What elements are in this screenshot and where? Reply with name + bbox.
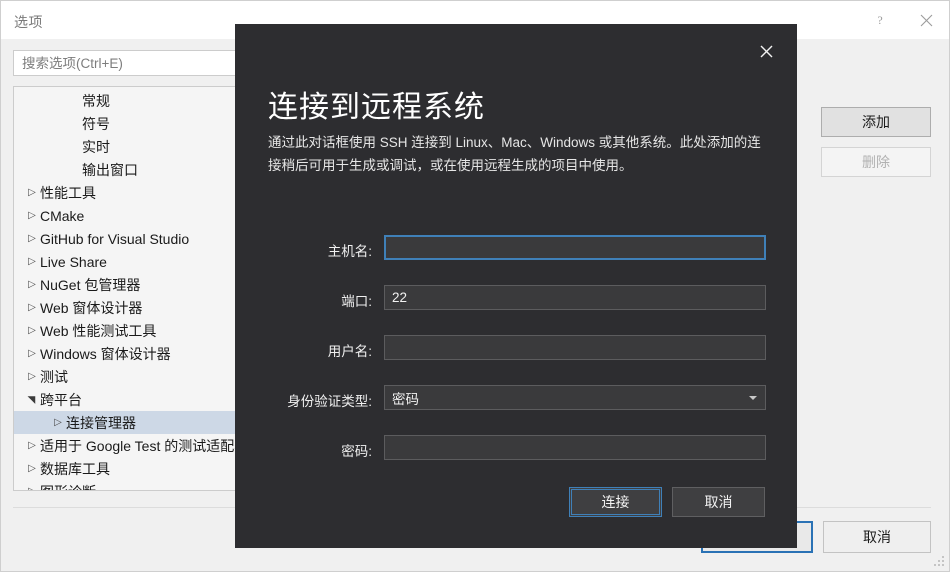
field-label: 主机名: [327, 244, 372, 259]
chevron-right-icon[interactable]: ▷ [50, 417, 66, 428]
svg-text:?: ? [877, 13, 882, 27]
chevron-right-icon[interactable]: ▷ [24, 279, 40, 290]
tree-item-label: 实时 [82, 138, 110, 155]
user-name-input[interactable] [384, 335, 766, 360]
form-row: 密码: [236, 432, 796, 482]
tree-item-label: 输出窗口 [82, 161, 138, 178]
tree-item-label: 图形诊断 [40, 482, 96, 491]
tree-item-label: Windows 窗体设计器 [40, 345, 171, 362]
dialog-title: 连接到远程系统 [268, 91, 485, 124]
window-title: 选项 [14, 14, 43, 30]
field-label: 端口: [341, 294, 372, 309]
chevron-right-icon[interactable]: ▷ [24, 233, 40, 244]
tree-item-label: Web 窗体设计器 [40, 299, 143, 316]
add-button[interactable]: 添加 [821, 107, 931, 137]
auth-type-select[interactable]: 密码 [384, 385, 766, 410]
form-row: 身份验证类型: 密码 [236, 382, 796, 432]
chevron-right-icon[interactable]: ▷ [24, 440, 40, 451]
tree-item-label: GitHub for Visual Studio [40, 230, 190, 247]
chevron-down-icon[interactable]: ◢ [26, 392, 37, 408]
chevron-right-icon[interactable]: ▷ [24, 187, 40, 198]
resize-grip[interactable] [934, 556, 946, 568]
auth-type-value: 密码 [392, 391, 419, 407]
host-name-input[interactable] [384, 235, 766, 260]
dialog-cancel-button[interactable]: 取消 [672, 487, 765, 517]
port-input-field[interactable] [392, 286, 758, 309]
chevron-down-icon[interactable] [749, 395, 757, 400]
chevron-right-icon[interactable]: ▷ [24, 486, 40, 490]
chevron-right-icon[interactable]: ▷ [24, 210, 40, 221]
form-row: 端口: [236, 282, 796, 332]
chevron-right-icon[interactable]: ▷ [24, 325, 40, 336]
tree-item-label: 常规 [82, 92, 110, 109]
connect-button[interactable]: 连接 [569, 487, 662, 517]
tree-item-label: Web 性能测试工具 [40, 322, 157, 339]
close-icon[interactable] [903, 1, 949, 39]
delete-button: 删除 [821, 147, 931, 177]
password-input-field[interactable] [392, 436, 758, 459]
port-input[interactable] [384, 285, 766, 310]
dialog-description: 通过此对话框使用 SSH 连接到 Linux、Mac、Windows 或其他系统… [268, 135, 761, 173]
connect-to-remote-system-dialog: 连接到远程系统 通过此对话框使用 SSH 连接到 Linux、Mac、Windo… [236, 25, 796, 547]
tree-item-label: Live Share [40, 253, 107, 270]
tree-item-label: 适用于 Google Test 的测试适配器 [40, 437, 249, 454]
chevron-right-icon[interactable]: ▷ [24, 371, 40, 382]
dialog-close-icon[interactable] [749, 37, 783, 65]
field-label: 用户名: [327, 344, 372, 359]
tree-item-label: 连接管理器 [66, 414, 136, 431]
tree-item-label: 性能工具 [40, 184, 96, 201]
tree-item-label: 测试 [40, 368, 68, 385]
cancel-button[interactable]: 取消 [823, 521, 931, 553]
password-input[interactable] [384, 435, 766, 460]
user-name-input-field[interactable] [392, 336, 758, 359]
tree-item-label: CMake [40, 207, 85, 224]
host-name-input-field[interactable] [392, 236, 758, 259]
help-icon[interactable]: ? [857, 1, 903, 39]
tree-item-label: 符号 [82, 115, 110, 132]
chevron-right-icon[interactable]: ▷ [24, 256, 40, 267]
field-label: 密码: [341, 444, 372, 459]
tree-item-label: 数据库工具 [40, 460, 110, 477]
form-row: 用户名: [236, 332, 796, 382]
chevron-right-icon[interactable]: ▷ [24, 302, 40, 313]
form-row: 主机名: [236, 232, 796, 282]
connection-form: 主机名: 端口: 用户名: 身份验证类型: 密码密码: [236, 232, 796, 482]
field-label: 身份验证类型: [287, 394, 372, 409]
tree-item-label: NuGet 包管理器 [40, 276, 141, 293]
chevron-right-icon[interactable]: ▷ [24, 348, 40, 359]
tree-item-label: 跨平台 [40, 391, 82, 408]
chevron-right-icon[interactable]: ▷ [24, 463, 40, 474]
